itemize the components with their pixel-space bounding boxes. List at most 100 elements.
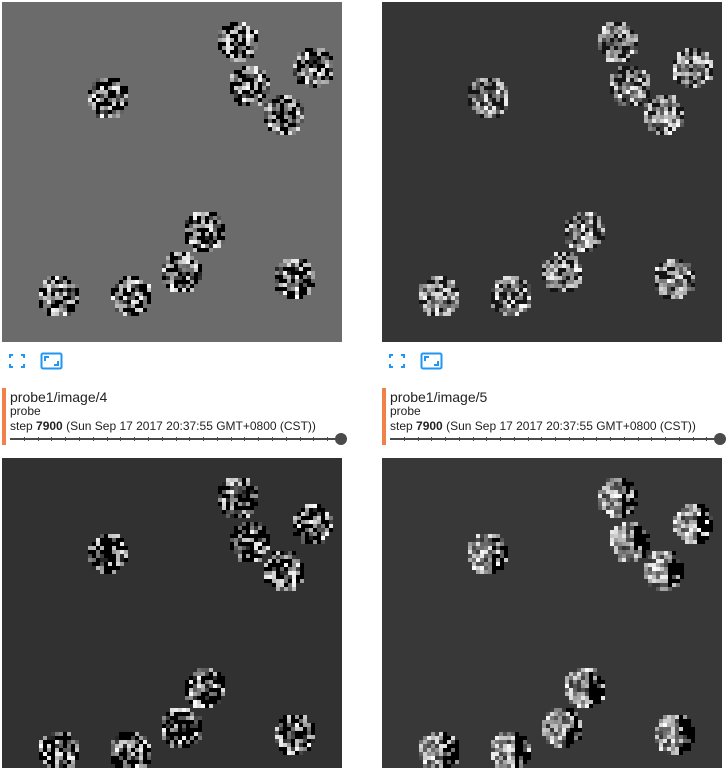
actual-size-button[interactable]: [40, 352, 64, 370]
image-pixel: [566, 732, 570, 736]
fullscreen-button[interactable]: [388, 353, 408, 369]
image-pixel: [293, 72, 297, 76]
image-pixel: [439, 764, 443, 768]
image-pixel: [677, 512, 681, 516]
image-pixel: [292, 103, 296, 107]
image-pixel: [123, 288, 127, 292]
image-pixel: [178, 284, 182, 288]
image-pixel: [131, 752, 135, 756]
image-pixel: [201, 692, 205, 696]
image-pixel: [697, 512, 701, 516]
image-pixel: [652, 559, 656, 563]
image-pixel: [39, 304, 43, 308]
image-pixel: [447, 304, 451, 308]
image-pixel: [435, 732, 439, 736]
image-pixel: [321, 60, 325, 64]
image-pixel: [672, 551, 676, 555]
fullscreen-button[interactable]: [8, 353, 28, 369]
image-pixel: [186, 724, 190, 728]
image-pixel: [447, 296, 451, 300]
image-pixel: [626, 494, 630, 498]
image-pixel: [664, 555, 668, 559]
step-slider[interactable]: [10, 433, 347, 445]
image-pixel: [242, 70, 246, 74]
image-pixel: [519, 304, 523, 308]
image-pixel: [646, 538, 650, 542]
image-pixel: [569, 236, 573, 240]
image-pixel: [254, 546, 258, 550]
image-pixel: [622, 58, 626, 62]
image-pixel: [484, 570, 488, 574]
image-pixel: [301, 68, 305, 72]
image-pixel: [194, 264, 198, 268]
image-pixel: [476, 82, 480, 86]
image-pixel: [697, 524, 701, 528]
image-pixel: [127, 300, 131, 304]
image-pixel: [189, 696, 193, 700]
image-pixel: [186, 268, 190, 272]
slider-tick: [147, 437, 149, 441]
image-pixel: [496, 554, 500, 558]
image-pixel: [681, 76, 685, 80]
image-pixel: [115, 760, 119, 764]
image-pixel: [492, 558, 496, 562]
image-pixel: [131, 744, 135, 748]
image-pixel: [622, 74, 626, 78]
image-pixel: [671, 295, 675, 299]
image-pixel: [622, 94, 626, 98]
image-pixel: [311, 271, 315, 275]
image-pixel: [92, 562, 96, 566]
image-pixel: [701, 508, 705, 512]
image-pixel: [683, 271, 687, 275]
image-pixel: [585, 680, 589, 684]
image-pixel: [663, 283, 667, 287]
image-pixel: [423, 748, 427, 752]
actual-size-icon: [40, 352, 63, 370]
image-pixel: [511, 300, 515, 304]
image-pixel: [276, 567, 280, 571]
image-pixel: [569, 680, 573, 684]
image-pixel: [419, 284, 423, 288]
image-pixel: [111, 752, 115, 756]
image-pixel: [693, 508, 697, 512]
image-pixel: [71, 300, 75, 304]
image-pixel: [606, 502, 610, 506]
slider-tick: [610, 437, 611, 441]
image-pixel: [634, 542, 638, 546]
image-pixel: [254, 42, 258, 46]
slider-knob[interactable]: [335, 433, 347, 445]
image-pixel: [554, 736, 558, 740]
image-pixel: [264, 571, 268, 575]
image-pixel: [618, 78, 622, 82]
image-pixel: [108, 90, 112, 94]
image-pixel: [542, 724, 546, 728]
image-pixel: [311, 731, 315, 735]
image-pixel: [618, 66, 622, 70]
image-pixel: [622, 526, 626, 530]
image-pixel: [234, 94, 238, 98]
slider-knob[interactable]: [714, 433, 726, 445]
image-pixel: [673, 528, 677, 532]
image-pixel: [680, 119, 684, 123]
image-pixel: [100, 94, 104, 98]
image-pixel: [472, 90, 476, 94]
image-pixel: [321, 76, 325, 80]
image-pixel: [679, 715, 683, 719]
image-pixel: [123, 276, 127, 280]
image-pixel: [317, 512, 321, 516]
image-pixel: [618, 478, 622, 482]
image-pixel: [258, 542, 262, 546]
image-pixel: [250, 42, 254, 46]
image-pixel: [476, 546, 480, 550]
step-timestamp: (Sun Sep 17 2017 20:37:55 GMT+0800 (CST)…: [66, 419, 316, 433]
step-slider[interactable]: [390, 433, 726, 445]
image-pixel: [258, 94, 262, 98]
image-pixel: [279, 731, 283, 735]
image-pixel: [217, 220, 221, 224]
image-pixel: [170, 272, 174, 276]
image-pixel: [209, 692, 213, 696]
actual-size-button[interactable]: [420, 352, 444, 370]
image-pixel: [71, 752, 75, 756]
image-pixel: [292, 567, 296, 571]
image-pixel: [104, 562, 108, 566]
